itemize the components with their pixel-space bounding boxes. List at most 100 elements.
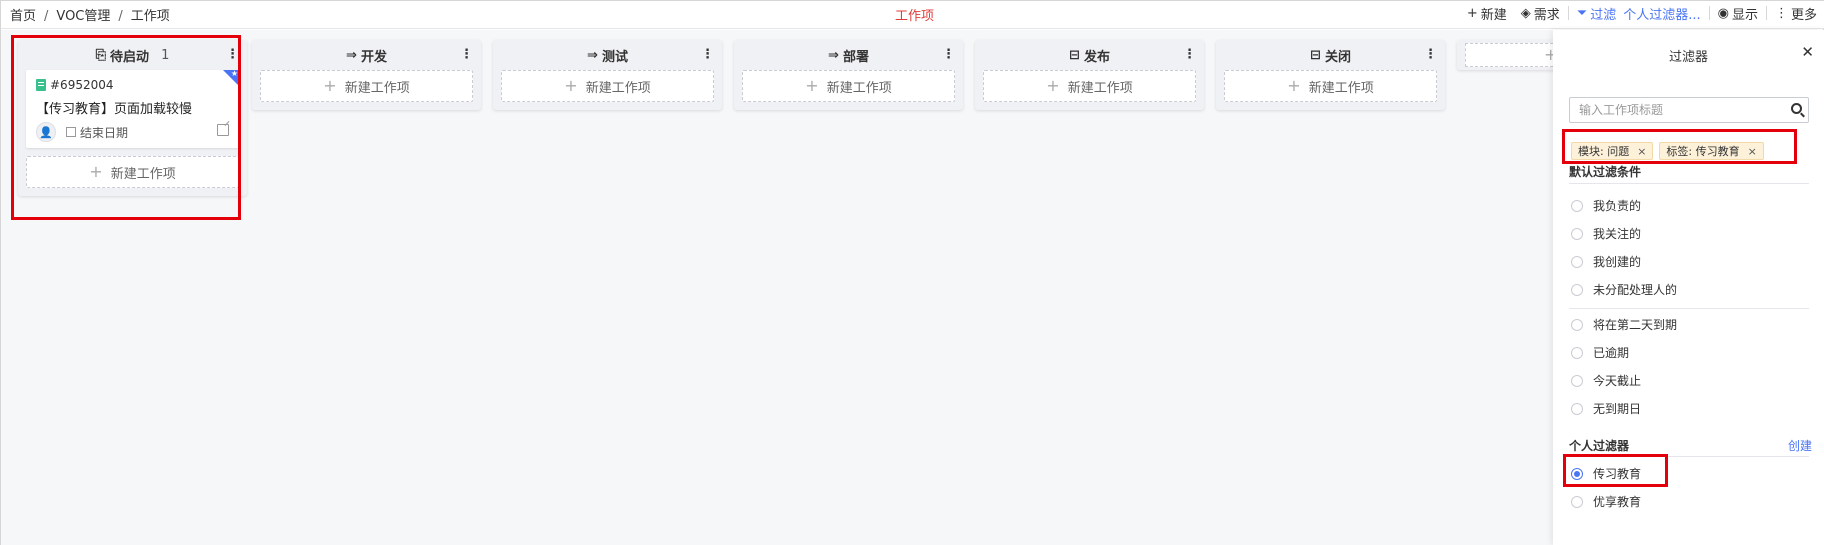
personal-filter-chuanxi[interactable]: 传习教育 [1571, 465, 1641, 482]
plus-icon: + [323, 76, 337, 95]
work-item-card[interactable]: ★ #6952004 【传习教育】页面加载较慢 👤 结束日期 [26, 69, 239, 148]
new-work-item-button[interactable]: + 新建工作项 [26, 156, 239, 188]
column-closed: ⊟ 关闭 ⋮ + 新建工作项 [1216, 40, 1445, 110]
filter-option-created[interactable]: 我创建的 [1571, 253, 1641, 270]
breadcrumb-separator: / [118, 9, 123, 24]
close-icon[interactable]: × [1748, 145, 1757, 158]
layers-icon: ◈ [1520, 5, 1531, 21]
end-date-label[interactable]: 结束日期 [80, 124, 128, 141]
eye-icon: ◉ [1717, 5, 1729, 21]
new-work-item-button[interactable]: + 新建工作项 [742, 70, 955, 102]
column-more-icon[interactable]: ⋮ [460, 47, 473, 63]
radio-icon[interactable] [1571, 199, 1583, 212]
close-icon[interactable]: × [1637, 145, 1646, 158]
plus-icon: + [564, 76, 578, 95]
display-button[interactable]: ◉ 显示 [1718, 4, 1758, 23]
column-dev: ⇒ 开发 ⋮ + 新建工作项 [252, 40, 481, 110]
filter-option-due-tomorrow[interactable]: 将在第二天到期 [1571, 316, 1677, 333]
new-work-item-button[interactable]: + 新建工作项 [983, 70, 1196, 102]
column-more-icon[interactable]: ⋮ [1424, 47, 1437, 63]
assignee-avatar[interactable]: 👤 [36, 122, 56, 142]
filter-option-following[interactable]: 我关注的 [1571, 225, 1641, 242]
new-work-item-label: 新建工作项 [585, 80, 651, 96]
new-work-item-button[interactable]: + 新建工作项 [1224, 70, 1437, 102]
radio-icon[interactable] [1571, 255, 1583, 268]
column-header: ⇒ 测试 ⋮ [493, 40, 722, 70]
create-filter-link[interactable]: 创建 [1788, 437, 1812, 454]
more-button-label: 更多 [1790, 7, 1817, 23]
filter-option-label: 我关注的 [1593, 227, 1642, 241]
edit-icon[interactable] [217, 124, 229, 136]
column-deploy: ⇒ 部署 ⋮ + 新建工作项 [734, 40, 963, 110]
filter-button[interactable]: ⏷ 过滤 个人过滤器... [1577, 4, 1701, 23]
more-button[interactable]: ⋮ 更多 [1775, 4, 1817, 23]
column-title: 测试 [601, 49, 628, 65]
funnel-icon: ⏷ [1576, 5, 1588, 21]
filter-option-label: 传习教育 [1593, 467, 1642, 481]
filter-option-label: 将在第二天到期 [1593, 318, 1678, 332]
column-title: 发布 [1083, 49, 1110, 65]
arrow-icon: ⇒ [346, 47, 357, 63]
requirement-button[interactable]: ◈ 需求 [1521, 4, 1560, 23]
new-work-item-label: 新建工作项 [1067, 80, 1133, 96]
plus-icon: + [805, 76, 819, 95]
radio-icon[interactable] [1571, 467, 1583, 480]
column-test: ⇒ 测试 ⋮ + 新建工作项 [493, 40, 722, 110]
radio-icon[interactable] [1571, 283, 1583, 296]
new-work-item-button[interactable]: + 新建工作项 [501, 70, 714, 102]
kanban-board: ⎘ 待启动 1 ⋮ ★ #6952004 【传习教育】页面加载较慢 👤 结束日期 [1, 30, 1686, 545]
top-bar: 首页 / VOC管理 / 工作项 工作项 + 新建 ◈ 需求 ⏷ 过滤 个人过滤器...… [1, 1, 1824, 29]
column-more-icon[interactable]: ⋮ [701, 47, 714, 63]
radio-icon[interactable] [1571, 318, 1583, 331]
search-icon[interactable] [1791, 103, 1802, 114]
filter-option-no-due[interactable]: 无到期日 [1571, 400, 1641, 417]
arrow-icon: ⇒ [587, 47, 598, 63]
radio-icon[interactable] [1571, 374, 1583, 387]
column-more-icon[interactable]: ⋮ [942, 47, 955, 63]
divider [1569, 183, 1809, 184]
filter-option-label: 我创建的 [1593, 255, 1642, 269]
close-icon[interactable]: ✕ [1801, 43, 1814, 61]
filter-button-label: 过滤 [1590, 7, 1617, 23]
column-more-icon[interactable]: ⋮ [226, 47, 239, 63]
column-more-icon[interactable]: ⋮ [1183, 47, 1196, 63]
radio-icon[interactable] [1571, 495, 1583, 508]
filter-panel-title: 过滤器 [1668, 50, 1708, 65]
filter-tag-label-edu: 标签: 传习教育 × [1659, 142, 1764, 160]
search-input[interactable] [1570, 98, 1780, 122]
filter-option-unassigned[interactable]: 未分配处理人的 [1571, 281, 1677, 298]
column-header: ⇒ 开发 ⋮ [252, 40, 481, 70]
column-title: 关闭 [1324, 49, 1351, 65]
star-icon: ★ [230, 69, 238, 78]
new-work-item-label: 新建工作项 [826, 80, 892, 96]
radio-icon[interactable] [1571, 346, 1583, 359]
radio-icon[interactable] [1571, 402, 1583, 415]
plus-icon: + [89, 162, 103, 181]
column-pending: ⎘ 待启动 1 ⋮ ★ #6952004 【传习教育】页面加载较慢 👤 结束日期 [18, 40, 247, 196]
column-header: ⊟ 发布 ⋮ [975, 40, 1204, 70]
box-icon: ⊟ [1310, 47, 1321, 63]
column-title: 开发 [360, 49, 387, 65]
personal-filter-youxiang[interactable]: 优享教育 [1571, 493, 1641, 510]
box-icon: ⊟ [1069, 47, 1080, 63]
breadcrumb-voc[interactable]: VOC管理 [56, 9, 110, 24]
new-work-item-button[interactable]: + 新建工作项 [260, 70, 473, 102]
filter-option-label: 我负责的 [1593, 199, 1642, 213]
card-id-row: #6952004 [36, 78, 114, 92]
filter-option-label: 今天截止 [1593, 374, 1642, 388]
radio-icon[interactable] [1571, 227, 1583, 240]
plus-icon: + [1466, 5, 1478, 21]
breadcrumb: 首页 / VOC管理 / 工作项 [10, 5, 170, 24]
breadcrumb-separator: / [44, 9, 49, 24]
new-button[interactable]: + 新建 [1467, 4, 1507, 23]
filter-option-due-today[interactable]: 今天截止 [1571, 372, 1641, 389]
filter-option-mine[interactable]: 我负责的 [1571, 197, 1641, 214]
breadcrumb-current: 工作项 [130, 9, 170, 24]
new-work-item-label: 新建工作项 [110, 166, 176, 182]
new-work-item-label: 新建工作项 [344, 80, 410, 96]
toolbar-actions: + 新建 ◈ 需求 ⏷ 过滤 个人过滤器... ◉ 显示 ⋮ 更多 [1467, 3, 1817, 23]
breadcrumb-home[interactable]: 首页 [10, 9, 36, 24]
column-title: 待启动 [110, 49, 150, 65]
filter-option-overdue[interactable]: 已逾期 [1571, 344, 1629, 361]
column-title: 部署 [842, 49, 869, 65]
